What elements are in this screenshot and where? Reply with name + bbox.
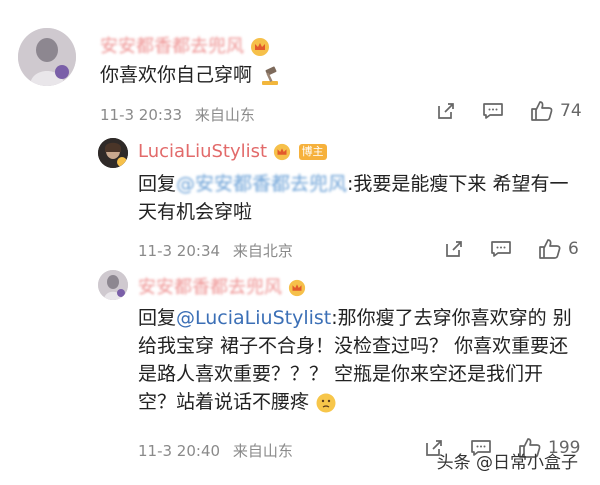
crown-badge-icon (250, 38, 269, 56)
reply-prefix: 回复 (138, 307, 177, 329)
reply-meta: 11-3 20:40 来自山东 (138, 440, 293, 461)
reply-text: 回复@LuciaLiuStylist:那你瘦了去穿你喜欢穿的 别给我宝穿 裙子不… (138, 304, 578, 416)
share-button[interactable] (436, 101, 456, 121)
avatar-image (98, 138, 128, 168)
username-text: 安安都香都去兜风 (100, 36, 244, 57)
comment-location: 来自山东 (194, 106, 255, 124)
username-text: LuciaLiuStylist (138, 141, 268, 162)
like-button[interactable]: 74 (530, 100, 582, 122)
comment-icon (491, 241, 511, 257)
username[interactable]: LuciaLiuStylist 博主 (138, 141, 327, 162)
username[interactable]: 安安都香都去兜风 (100, 32, 270, 58)
thumbs-up-icon (539, 239, 561, 259)
username-text: 安安都香都去兜风 (138, 277, 282, 298)
share-icon (446, 241, 462, 257)
reply-prefix: 回复 (138, 173, 177, 195)
comment-time: 11-3 20:33 (100, 106, 183, 124)
comment-button[interactable] (490, 239, 512, 259)
watermark: 头条 @日常小盒子 (437, 448, 578, 473)
username[interactable]: 安安都香都去兜风 (138, 273, 306, 299)
comment-actions: 74 (436, 100, 582, 122)
share-icon (438, 103, 454, 119)
comment-1: 安安都香都去兜风 你喜欢你自己穿啊 11-3 20:33 来自山东 74 (0, 0, 600, 130)
thinking-emoji-icon (316, 393, 336, 412)
reply-text: 回复@安安都香都去兜风:我要是能瘦下来 希望有一天有机会穿啦 (138, 170, 578, 226)
comment-button[interactable] (482, 101, 504, 121)
avatar[interactable] (98, 138, 128, 168)
share-button[interactable] (444, 239, 464, 259)
comment-body: 你喜欢你自己穿啊 (100, 64, 253, 86)
gavel-emoji-icon (262, 65, 279, 85)
blogger-badge: 博主 (298, 144, 327, 160)
reply-actions: 6 (444, 238, 579, 260)
reply-meta: 11-3 20:34 来自北京 (138, 240, 293, 261)
like-button[interactable]: 6 (538, 238, 579, 260)
like-count: 74 (560, 101, 582, 121)
avatar-image (18, 28, 76, 86)
avatar-image (98, 270, 128, 300)
reply-location: 来自山东 (232, 442, 293, 460)
reply-1: LuciaLiuStylist 博主 回复@安安都香都去兜风:我要是能瘦下来 希… (0, 130, 600, 260)
crown-badge-icon (288, 279, 305, 297)
thumbs-up-icon (531, 101, 553, 121)
avatar[interactable] (98, 270, 128, 300)
reply-location: 来自北京 (232, 242, 293, 260)
comment-icon (483, 103, 503, 119)
mention-link[interactable]: @LuciaLiuStylist (176, 307, 331, 329)
comment-text: 你喜欢你自己穿啊 (100, 61, 282, 89)
comment-meta: 11-3 20:33 来自山东 (100, 104, 255, 125)
watermark-text: 头条 @日常小盒子 (436, 453, 578, 473)
avatar[interactable] (18, 28, 76, 86)
crown-badge-icon (273, 143, 290, 161)
like-count: 6 (568, 239, 579, 259)
mention-link[interactable]: @安安都香都去兜风 (176, 173, 347, 195)
reply-time: 11-3 20:34 (138, 242, 221, 260)
reply-time: 11-3 20:40 (138, 442, 221, 460)
